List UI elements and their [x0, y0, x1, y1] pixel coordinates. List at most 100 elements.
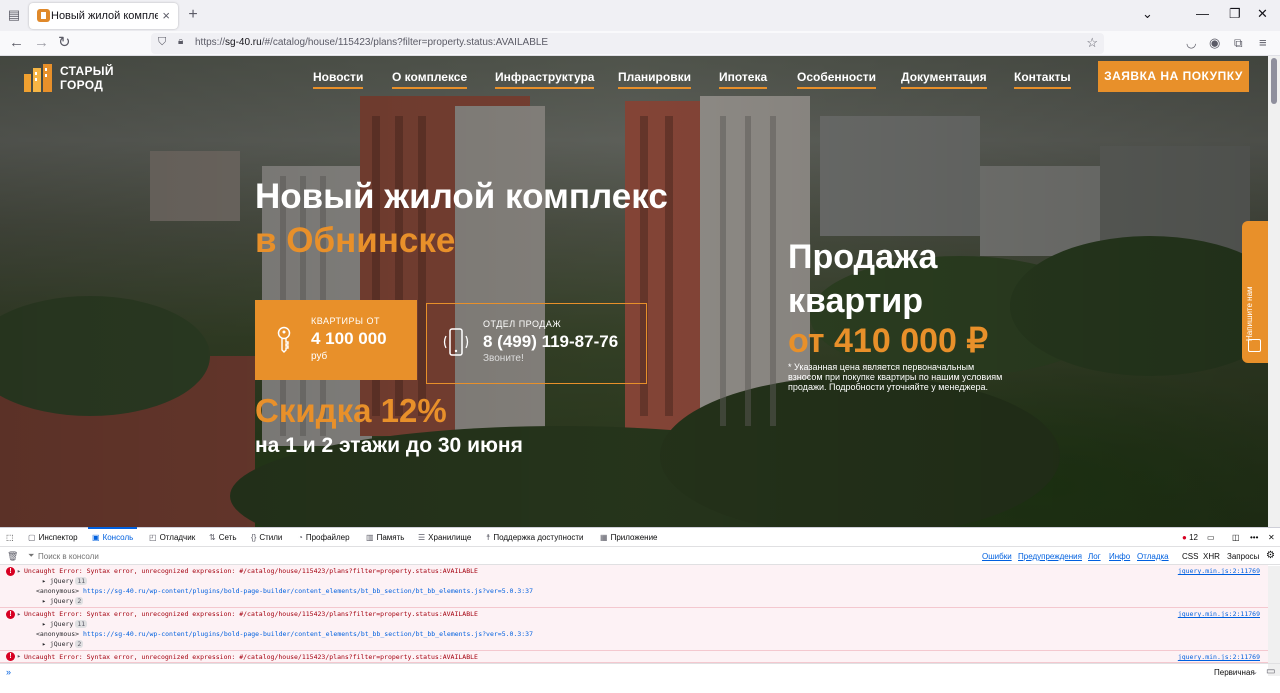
- menu-item-infrastructure[interactable]: Инфраструктура: [495, 70, 595, 89]
- expand-arrow-icon[interactable]: ▸: [17, 652, 21, 660]
- responsive-mode-icon[interactable]: ▭: [1207, 533, 1215, 542]
- browser-tab-bar: ▤ Новый жилой комплекс в Обн × + ⌄ — ❐ ✕: [0, 0, 1280, 31]
- error-icon: !: [6, 652, 15, 661]
- write-to-us-tab[interactable]: Напишите нам: [1242, 221, 1268, 363]
- menu-item-plans[interactable]: Планировки: [618, 70, 691, 89]
- price-value: 4 100 000: [311, 329, 387, 348]
- site-favicon-icon: [37, 9, 50, 22]
- hero-title-city: в Обнинске: [255, 221, 456, 260]
- menu-item-contacts[interactable]: Контакты: [1014, 70, 1071, 89]
- console-input-row[interactable]: » Первичная ⌄ ▭: [0, 663, 1280, 681]
- extensions-icon[interactable]: ⧉: [1234, 34, 1243, 52]
- expand-arrow-icon[interactable]: ▸: [17, 610, 21, 618]
- stack-frame[interactable]: <anonymous> https://sg-40.ru/wp-content/…: [36, 587, 533, 595]
- dock-icon[interactable]: ◫: [1232, 533, 1240, 542]
- write-to-us-label: Напишите нам: [1245, 286, 1254, 341]
- chat-icon: [1248, 339, 1261, 352]
- reload-icon[interactable]: ↻: [58, 34, 71, 52]
- site-logo[interactable]: СТАРЫЙ ГОРОД: [22, 64, 132, 98]
- console-message[interactable]: ! ▸ Uncaught Error: Syntax error, unreco…: [0, 651, 1268, 663]
- tab-memory[interactable]: ▥ Память: [366, 533, 404, 542]
- error-icon: !: [6, 567, 15, 576]
- debugger-icon: ◰: [149, 533, 157, 542]
- menu-item-news[interactable]: Новости: [313, 70, 364, 89]
- clear-console-icon[interactable]: 🗑︎: [7, 551, 18, 562]
- stack-frame[interactable]: <anonymous> https://sg-40.ru/wp-content/…: [36, 630, 533, 638]
- tab-network[interactable]: ⇅ Сеть: [209, 533, 237, 542]
- logo-building-icon: [24, 64, 52, 92]
- app-menu-icon[interactable]: ≡: [1259, 34, 1267, 52]
- filter-logs[interactable]: Лог: [1088, 552, 1101, 561]
- console-settings-icon[interactable]: ⚙: [1266, 550, 1275, 561]
- logo-text: СТАРЫЙ ГОРОД: [60, 64, 114, 92]
- filter-warnings[interactable]: Предупреждения: [1018, 552, 1082, 561]
- input-mode-select[interactable]: Первичная: [1214, 668, 1255, 677]
- purchase-request-button[interactable]: ЗАЯВКА НА ПОКУПКУ: [1098, 61, 1249, 92]
- tab-profiler[interactable]: ◔ Профайлер: [298, 533, 350, 542]
- devtools-menu-icon[interactable]: •••: [1250, 533, 1258, 542]
- tab-inspector[interactable]: ▢ Инспектор: [28, 533, 78, 542]
- memory-icon: ▥: [366, 533, 374, 542]
- phone-card[interactable]: ОТДЕЛ ПРОДАЖ 8 (499) 119-87-76 Звоните!: [426, 303, 647, 384]
- console-scrollbar[interactable]: [1268, 566, 1280, 676]
- tab-application[interactable]: ▦ Приложение: [600, 533, 657, 542]
- back-icon[interactable]: ←: [9, 34, 24, 52]
- filter-debug[interactable]: Отладка: [1137, 552, 1169, 561]
- filter-requests[interactable]: Запросы: [1227, 552, 1259, 561]
- filter-xhr[interactable]: XHR: [1203, 552, 1220, 561]
- tab-storage[interactable]: ☰ Хранилище: [418, 533, 471, 542]
- menu-item-about[interactable]: О комплексе: [392, 70, 468, 89]
- tab-styles[interactable]: {} Стили: [251, 533, 282, 542]
- console-search-input[interactable]: Поиск в консоли: [38, 552, 99, 561]
- tab-list-icon[interactable]: ▤: [7, 8, 21, 22]
- profiler-icon: ◔: [298, 533, 303, 542]
- tab-title: Новый жилой комплекс в Обн: [51, 10, 158, 22]
- input-mode-chevron-icon[interactable]: ⌄: [1252, 668, 1258, 676]
- url-text: https://sg-40.ru/#/catalog/house/115423/…: [195, 37, 549, 48]
- minimize-icon[interactable]: —: [1196, 6, 1209, 21]
- console-message[interactable]: ! ▸ Uncaught Error: Syntax error, unreco…: [0, 565, 1268, 608]
- tab-console[interactable]: ▣ Консоль: [87, 527, 138, 542]
- expand-arrow-icon[interactable]: ▸: [17, 567, 21, 575]
- tracking-shield-icon[interactable]: ⛉: [158, 36, 166, 49]
- filter-css[interactable]: CSS: [1182, 552, 1198, 561]
- list-all-tabs-icon[interactable]: ⌄: [1142, 6, 1153, 22]
- menu-item-mortgage[interactable]: Ипотека: [719, 70, 768, 89]
- stack-frame[interactable]: ▸ jQuery 2: [42, 597, 84, 605]
- url-bar[interactable]: ⛉ 🔒︎ https://sg-40.ru/#/catalog/house/11…: [151, 33, 1104, 54]
- page-scrollbar[interactable]: [1268, 56, 1280, 527]
- pocket-icon[interactable]: ◡: [1186, 34, 1196, 52]
- error-count-badge[interactable]: ● 12: [1182, 533, 1198, 542]
- browser-tab[interactable]: Новый жилой комплекс в Обн ×: [29, 3, 178, 29]
- stack-frame[interactable]: ▸ jQuery 11: [42, 577, 88, 585]
- tab-debugger[interactable]: ◰ Отладчик: [149, 533, 195, 542]
- close-devtools-icon[interactable]: ✕: [1268, 533, 1275, 542]
- close-window-icon[interactable]: ✕: [1257, 6, 1268, 22]
- sale-heading-1: Продажа: [788, 238, 938, 276]
- lock-icon[interactable]: 🔒︎: [178, 36, 183, 47]
- new-tab-icon[interactable]: +: [186, 7, 200, 23]
- menu-item-documents[interactable]: Документация: [901, 70, 987, 89]
- stack-frame[interactable]: ▸ jQuery 2: [42, 640, 84, 648]
- pick-element-icon[interactable]: ⬚: [6, 533, 14, 542]
- message-text: Uncaught Error: Syntax error, unrecogniz…: [24, 567, 478, 575]
- close-tab-icon[interactable]: ×: [162, 8, 170, 23]
- application-icon: ▦: [600, 533, 608, 542]
- filter-info[interactable]: Инфо: [1109, 552, 1130, 561]
- restore-icon[interactable]: ❐: [1229, 6, 1241, 22]
- multiline-editor-icon[interactable]: ▭: [1266, 666, 1275, 677]
- console-message[interactable]: ! ▸ Uncaught Error: Syntax error, unreco…: [0, 608, 1268, 651]
- forward-icon[interactable]: →: [34, 34, 49, 52]
- menu-item-features[interactable]: Особенности: [797, 70, 877, 89]
- tab-accessibility[interactable]: ☨ Поддержка доступности: [486, 533, 584, 542]
- message-location[interactable]: jquery.min.js:2:11769: [1178, 610, 1260, 618]
- message-location[interactable]: jquery.min.js:2:11769: [1178, 653, 1260, 661]
- phone-number[interactable]: 8 (499) 119-87-76: [483, 332, 618, 352]
- message-location[interactable]: jquery.min.js:2:11769: [1178, 567, 1260, 575]
- bookmark-star-icon[interactable]: ☆: [1086, 35, 1098, 51]
- stack-frame[interactable]: ▸ jQuery 11: [42, 620, 88, 628]
- account-icon[interactable]: ◉: [1209, 34, 1220, 52]
- network-icon: ⇅: [209, 533, 216, 542]
- filter-errors[interactable]: Ошибки: [982, 552, 1012, 561]
- scrollbar-thumb[interactable]: [1271, 58, 1277, 104]
